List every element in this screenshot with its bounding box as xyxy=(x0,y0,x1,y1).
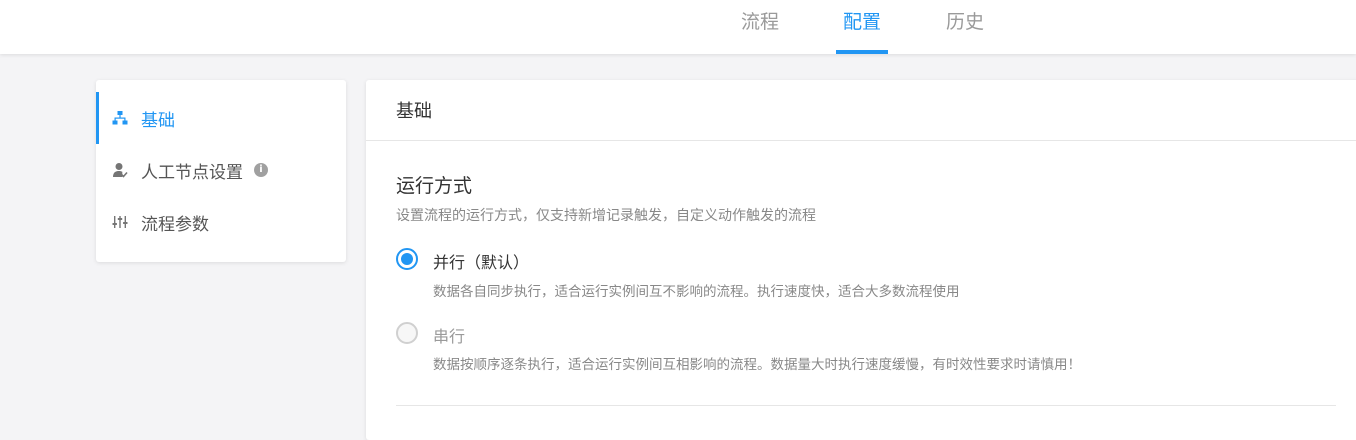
tab-history[interactable]: 历史 xyxy=(944,0,986,54)
sidebar-item-basic[interactable]: 基础 xyxy=(96,92,346,144)
sitemap-icon xyxy=(112,111,128,125)
settings-panel: 基础 运行方式 设置流程的运行方式，仅支持新增记录触发，自定义动作触发的流程 并… xyxy=(366,80,1356,440)
tab-config-label: 配置 xyxy=(842,11,881,33)
tab-config[interactable]: 配置 xyxy=(836,0,888,54)
sliders-icon xyxy=(112,216,128,228)
option-desc-parallel: 数据各自同步执行，适合运行实例间互不影响的流程。执行速度快，适合大多数流程使用 xyxy=(433,284,960,300)
divider xyxy=(366,140,1356,141)
section-title: 运行方式 xyxy=(396,175,473,197)
divider xyxy=(396,405,1336,406)
sidebar-item-label: 流程参数 xyxy=(141,214,209,235)
section-description: 设置流程的运行方式，仅支持新增记录触发，自定义动作触发的流程 xyxy=(396,208,816,224)
user-check-icon xyxy=(113,163,128,178)
option-label-serial[interactable]: 串行 xyxy=(433,323,465,347)
active-tab-indicator xyxy=(836,50,888,54)
sidebar-item-label: 人工节点设置 xyxy=(141,162,243,183)
settings-sidebar: 基础 人工节点设置 i 流程参数 xyxy=(96,80,346,262)
option-desc-serial: 数据按顺序逐条执行，适合运行实例间互相影响的流程。数据量大时执行速度缓慢，有时效… xyxy=(433,357,1081,373)
sidebar-item-manual-node[interactable]: 人工节点设置 i xyxy=(96,144,346,196)
tab-flow[interactable]: 流程 xyxy=(740,0,780,54)
radio-serial[interactable] xyxy=(396,322,418,344)
sidebar-item-label: 基础 xyxy=(141,110,175,131)
info-icon[interactable]: i xyxy=(254,163,268,177)
sidebar-item-flow-params[interactable]: 流程参数 xyxy=(96,196,346,248)
option-label-parallel[interactable]: 并行（默认） xyxy=(433,249,529,273)
radio-parallel[interactable] xyxy=(396,248,418,270)
panel-title: 基础 xyxy=(396,101,432,122)
top-tab-bar: 流程 配置 历史 xyxy=(0,0,1356,54)
